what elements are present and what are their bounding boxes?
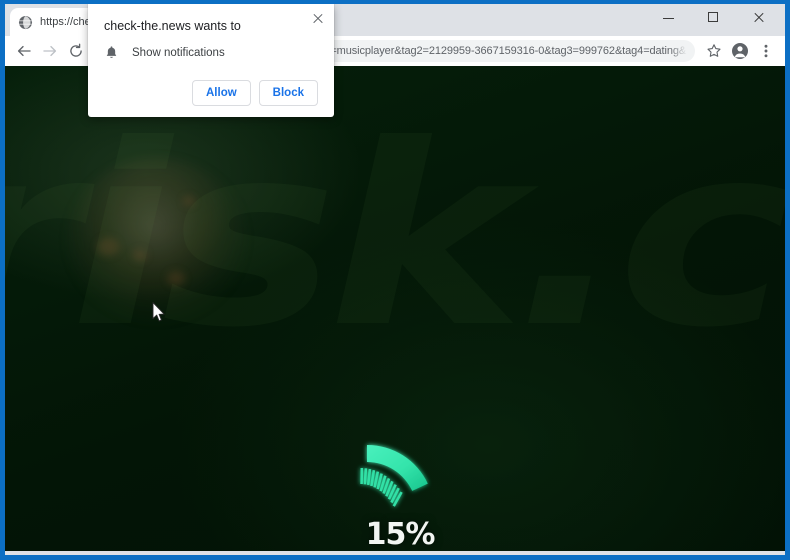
three-dot-menu-icon	[764, 44, 768, 58]
browser-window: https://check-the.news/gif-lp/3/	[0, 0, 790, 560]
window-maximize-button[interactable]	[694, 4, 734, 30]
mouse-cursor	[152, 302, 166, 323]
block-button[interactable]: Block	[258, 80, 318, 106]
spinner-ticks	[360, 467, 403, 507]
profile-button[interactable]	[727, 38, 753, 64]
loading-indicator: 15%	[5, 426, 785, 551]
allow-button[interactable]: Allow	[192, 80, 251, 106]
dialog-actions: Allow Block	[104, 80, 318, 106]
close-icon[interactable]	[311, 12, 325, 26]
star-icon	[707, 44, 721, 57]
page-viewport: risk.com	[5, 66, 785, 551]
forward-button[interactable]	[37, 38, 63, 64]
bell-icon	[104, 45, 120, 60]
dialog-permission-row: Show notifications	[104, 45, 318, 60]
reload-icon	[70, 43, 82, 57]
profile-icon	[732, 43, 748, 59]
notification-permission-dialog: check-the.news wants to Show notificatio…	[88, 4, 334, 117]
spinner-icon	[345, 426, 455, 511]
window-inner: https://check-the.news/gif-lp/3/	[5, 4, 785, 555]
browser-menu-button[interactable]	[753, 38, 779, 64]
bookmark-button[interactable]	[701, 38, 727, 64]
window-minimize-button[interactable]	[649, 4, 689, 30]
dialog-permission-label: Show notifications	[132, 46, 225, 59]
progress-percentage: 15%	[365, 517, 436, 551]
dialog-title: check-the.news wants to	[104, 19, 241, 33]
forward-arrow-icon	[43, 45, 57, 57]
window-close-button[interactable]	[739, 4, 779, 30]
page-watermark: risk.com	[5, 91, 785, 382]
back-button[interactable]	[11, 38, 37, 64]
reload-button[interactable]	[63, 38, 89, 64]
globe-icon	[18, 15, 33, 30]
maximize-icon	[708, 12, 718, 22]
back-arrow-icon	[17, 45, 31, 57]
minimize-icon	[663, 18, 674, 20]
